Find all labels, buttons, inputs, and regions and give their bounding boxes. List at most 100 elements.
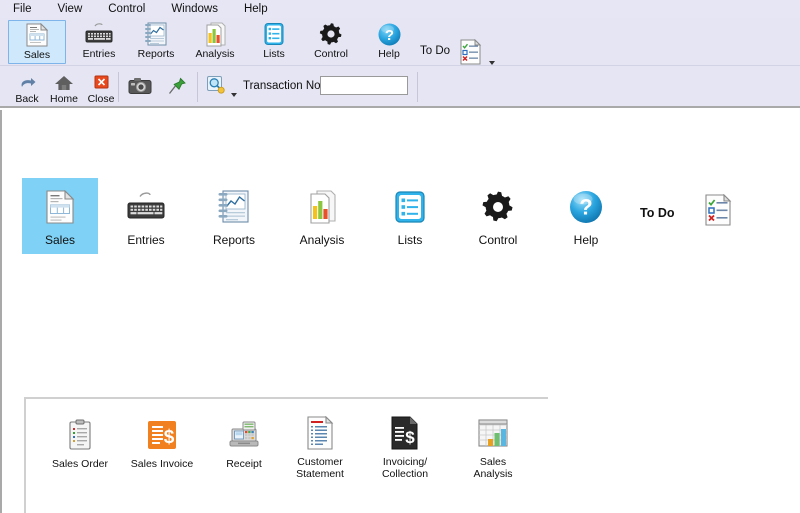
menu-item-view[interactable]: View (55, 2, 86, 16)
toolbar-button-sales[interactable]: Sales (8, 20, 66, 64)
sub-tile-label-line1: Invoicing/ (383, 456, 427, 468)
gear-icon (318, 21, 344, 47)
toolbar-button-label: Control (314, 48, 348, 60)
invoicing-collection-icon: $ (390, 414, 420, 452)
back-button[interactable]: Back (7, 70, 47, 106)
toolbar-separator-2 (197, 72, 198, 102)
module-tile-reports[interactable]: Reports (196, 178, 272, 254)
statement-icon (306, 414, 334, 452)
sub-tile-label-line2: Collection (382, 468, 428, 480)
document-icon (45, 186, 75, 228)
toolbar-button-control[interactable]: Control (302, 20, 360, 64)
module-tile-label: Entries (127, 233, 164, 247)
module-tile-sales[interactable]: Sales (22, 178, 98, 254)
sub-tile-label: Invoicing/ Collection (382, 456, 428, 480)
application-window: File View Control Windows Help (0, 0, 800, 513)
toolbar-button-label: Sales (24, 49, 50, 61)
svg-text:?: ? (384, 27, 393, 44)
list-icon (262, 21, 286, 47)
sub-tile-label: Sales Order (52, 458, 108, 470)
notebook-icon (144, 21, 168, 47)
search-magnifier-icon[interactable] (206, 75, 226, 100)
sub-tile-label-line1: Customer (297, 456, 343, 468)
primary-toolbar: Sales (0, 18, 800, 66)
question-icon: ? (568, 186, 604, 228)
menu-bar: File View Control Windows Help (0, 0, 800, 18)
gear-icon (480, 186, 516, 228)
svg-text:?: ? (579, 194, 592, 219)
sub-tile-sales-invoice[interactable]: $ Sales Invoice (121, 416, 203, 470)
close-x-icon (92, 72, 110, 92)
menu-item-help[interactable]: Help (241, 2, 271, 16)
bar-chart-icon (306, 186, 338, 228)
invoice-dollar-icon: $ (146, 416, 178, 454)
module-tile-label: Control (479, 233, 518, 247)
module-tile-label: Analysis (300, 233, 345, 247)
menu-item-windows[interactable]: Windows (168, 2, 221, 16)
toolbar-button-analysis[interactable]: Analysis (186, 20, 244, 64)
cash-register-icon (226, 416, 262, 454)
toolbar-separator-1 (118, 72, 119, 102)
toolbar-button-entries[interactable]: Entries (70, 20, 128, 64)
module-tile-entries[interactable]: Entries (108, 178, 184, 254)
module-tile-label: Sales (45, 233, 75, 247)
sub-tile-label: Receipt (226, 458, 262, 470)
module-tile-help[interactable]: ? Help (548, 178, 624, 254)
module-tile-label: Lists (398, 233, 423, 247)
sales-analysis-icon (477, 414, 509, 452)
transaction-no-label: Transaction No. (243, 80, 324, 92)
home-icon (54, 72, 74, 92)
module-tile-lists[interactable]: Lists (372, 178, 448, 254)
module-tile-label: Reports (213, 233, 255, 247)
svg-text:$: $ (405, 428, 415, 447)
sub-tile-sales-analysis[interactable]: Sales Analysis (452, 414, 534, 480)
clipboard-icon (67, 416, 93, 454)
sub-tile-customer-statement[interactable]: Customer Statement (279, 414, 361, 480)
bar-chart-icon (203, 21, 227, 47)
sub-tile-label-line1: Receipt (226, 458, 262, 470)
sub-module-group-left-border (24, 397, 26, 513)
toolbar-button-label: Lists (263, 48, 285, 60)
back-button-label: Back (15, 93, 38, 105)
sub-tile-label-line2: Analysis (473, 468, 512, 480)
toolbar-button-label: Help (378, 48, 400, 60)
sub-tile-label: Sales Analysis (473, 456, 512, 480)
sub-tile-invoicing-collection[interactable]: $ Invoicing/ Collection (364, 414, 446, 480)
svg-text:$: $ (164, 427, 175, 448)
menu-item-control[interactable]: Control (105, 2, 148, 16)
menu-item-file[interactable]: File (10, 2, 35, 16)
sub-module-group-border (24, 397, 548, 399)
home-button-label: Home (50, 93, 78, 105)
sub-tile-label: Customer Statement (296, 456, 344, 480)
sub-tile-label-line1: Sales Order (52, 458, 108, 470)
question-icon: ? (377, 21, 402, 47)
checklist-icon[interactable] (704, 194, 734, 231)
transaction-no-input[interactable] (320, 76, 408, 95)
sub-tile-receipt[interactable]: Receipt (203, 416, 285, 470)
toolbar-button-lists[interactable]: Lists (245, 20, 303, 64)
toolbar-button-reports[interactable]: Reports (127, 20, 185, 64)
home-button[interactable]: Home (44, 70, 84, 106)
document-icon (26, 22, 48, 48)
toolbar-button-label: Reports (138, 48, 175, 60)
toolbar-separator-3 (417, 72, 418, 102)
module-tile-control[interactable]: Control (460, 178, 536, 254)
search-dropdown-chevron-down-icon[interactable] (231, 84, 237, 102)
sub-tile-label-line1: Sales (480, 456, 506, 468)
list-icon (393, 186, 427, 228)
sub-tile-label: Sales Invoice (131, 458, 193, 470)
sub-tile-sales-order[interactable]: Sales Order (39, 416, 121, 470)
notebook-icon (217, 186, 251, 228)
back-arrow-icon (17, 72, 37, 92)
toolbar-button-help[interactable]: ? Help (360, 20, 418, 64)
toolbar-button-label: Entries (83, 48, 116, 60)
pin-icon[interactable] (166, 76, 188, 101)
content-area: Sales (0, 110, 800, 513)
sub-tile-label-line1: Sales Invoice (131, 458, 193, 470)
close-button[interactable]: Close (81, 70, 121, 106)
toolbar-todo-label: To Do (420, 45, 450, 57)
sub-tile-label-line2: Statement (296, 468, 344, 480)
camera-icon[interactable] (128, 76, 152, 101)
todo-label: To Do (640, 206, 674, 220)
module-tile-analysis[interactable]: Analysis (284, 178, 360, 254)
